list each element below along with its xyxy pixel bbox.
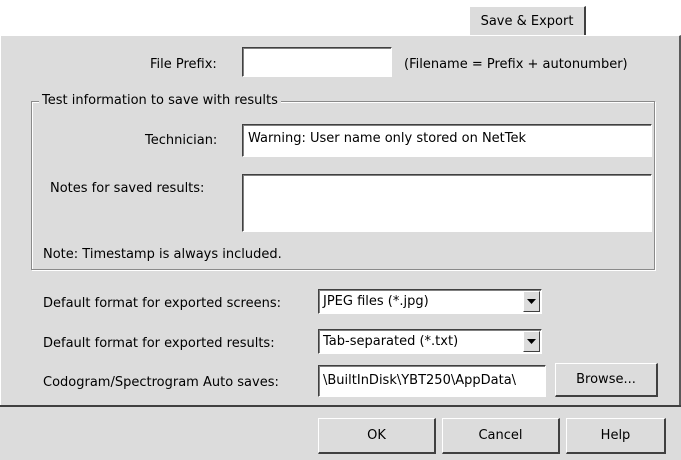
autosave-path-input[interactable]: \BuiltInDisk\YBT250\AppData\ [318, 365, 546, 397]
ok-button-label: OK [367, 428, 386, 443]
cancel-button-label: Cancel [478, 428, 523, 443]
notes-label: Notes for saved results: [50, 181, 205, 196]
help-button-label: Help [600, 428, 631, 443]
ok-button[interactable]: OK [318, 418, 436, 454]
chevron-down-icon[interactable] [523, 291, 540, 312]
tab-save-export[interactable]: Save & Export [469, 6, 586, 35]
tab-label: Save & Export [480, 13, 574, 29]
cancel-button[interactable]: Cancel [442, 418, 560, 454]
browse-button[interactable]: Browse... [555, 363, 658, 397]
timestamp-note: Note: Timestamp is always included. [43, 247, 282, 262]
screens-format-label: Default format for exported screens: [43, 296, 282, 311]
results-format-value: Tab-separated (*.txt) [323, 334, 459, 349]
technician-label: Technician: [145, 133, 218, 148]
chevron-down-icon[interactable] [523, 331, 540, 352]
help-button[interactable]: Help [566, 418, 666, 454]
results-format-select[interactable]: Tab-separated (*.txt) [318, 329, 542, 354]
file-prefix-hint: (Filename = Prefix + autonumber) [404, 57, 628, 72]
results-format-label: Default format for exported results: [43, 336, 275, 351]
autosave-label: Codogram/Spectrogram Auto saves: [43, 375, 279, 390]
screens-format-select[interactable]: JPEG files (*.jpg) [318, 289, 542, 314]
notes-textarea[interactable] [242, 174, 652, 232]
test-info-group-title: Test information to save with results [39, 93, 281, 108]
technician-input[interactable]: Warning: User name only stored on NetTek [242, 124, 652, 157]
file-prefix-label: File Prefix: [150, 57, 217, 72]
file-prefix-input[interactable] [242, 47, 392, 77]
screens-format-value: JPEG files (*.jpg) [323, 294, 429, 309]
browse-button-label: Browse... [576, 372, 636, 387]
